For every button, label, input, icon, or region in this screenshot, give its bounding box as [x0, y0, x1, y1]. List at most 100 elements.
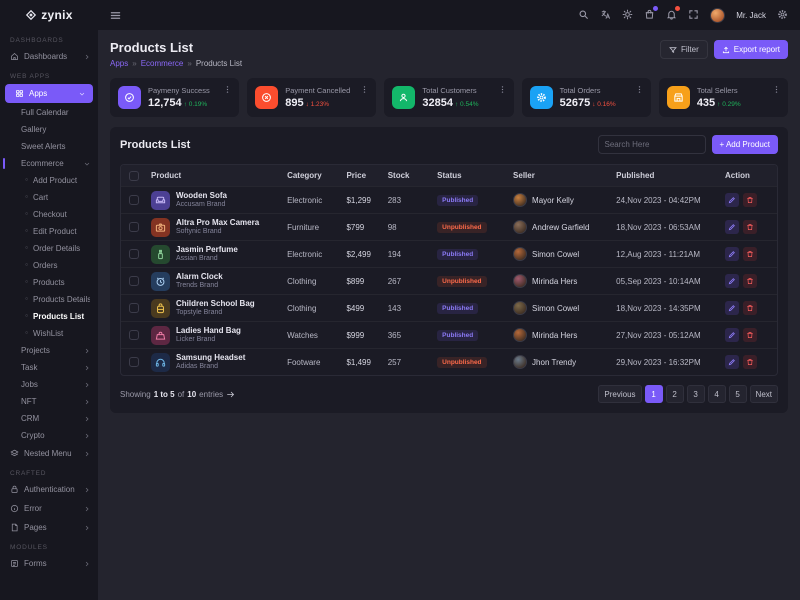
breadcrumb-separator: » [132, 59, 136, 68]
sidebar-item-error[interactable]: Error [0, 499, 98, 518]
edit-button[interactable] [725, 301, 739, 315]
edit-button[interactable] [725, 247, 739, 261]
file-icon [10, 523, 19, 532]
dots-vertical-icon[interactable] [360, 85, 369, 96]
pagination-page-1[interactable]: 1 [645, 385, 663, 403]
sidebar-item-pages[interactable]: Pages [0, 518, 98, 537]
products-panel: Products List + Add Product ProductCateg… [110, 127, 788, 413]
pagination-page-5[interactable]: 5 [729, 385, 747, 403]
chevron-down-icon [84, 161, 90, 167]
sun-icon[interactable] [622, 9, 633, 22]
table-row: Alarm ClockTrends BrandClothing$899267Un… [121, 267, 777, 294]
sidebar-item-apps[interactable]: Apps [5, 84, 93, 103]
product-category: Electronic [283, 250, 342, 259]
x-circle-icon [255, 86, 278, 109]
pagination-page-3[interactable]: 3 [687, 385, 705, 403]
sidebar-item-forms[interactable]: Forms [0, 554, 98, 573]
sidebar-item-gallery[interactable]: Gallery [0, 121, 98, 138]
sidebar-item-sweet-alerts[interactable]: Sweet Alerts [0, 138, 98, 155]
dots-vertical-icon[interactable] [635, 85, 644, 96]
delete-button[interactable] [743, 220, 757, 234]
dots-vertical-icon[interactable] [498, 85, 507, 96]
gear-icon[interactable] [777, 9, 788, 22]
sidebar-item-full-calendar[interactable]: Full Calendar [0, 104, 98, 121]
sidebar-item-label: Jobs [21, 380, 79, 389]
sidebar-item-crypto[interactable]: Crypto [0, 427, 98, 444]
search-input[interactable] [598, 135, 706, 154]
cart-icon[interactable] [644, 9, 655, 22]
sidebar-item-products[interactable]: ○Products [0, 274, 98, 291]
row-checkbox[interactable] [129, 249, 139, 259]
edit-button[interactable] [725, 355, 739, 369]
sidebar-item-products-details[interactable]: ○Products Details [0, 291, 98, 308]
sidebar-item-crm[interactable]: CRM [0, 410, 98, 427]
pagination-page-4[interactable]: 4 [708, 385, 726, 403]
bullet-icon: ○ [25, 195, 28, 200]
row-checkbox[interactable] [129, 357, 139, 367]
sidebar-item-order-details[interactable]: ○Order Details [0, 240, 98, 257]
sidebar-item-orders[interactable]: ○Orders [0, 257, 98, 274]
fullscreen-icon[interactable] [688, 9, 699, 22]
info-icon [10, 504, 19, 513]
pagination-page-2[interactable]: 2 [666, 385, 684, 403]
sidebar-item-wishlist[interactable]: ○WishList [0, 325, 98, 342]
sidebar-item-nft[interactable]: NFT [0, 393, 98, 410]
sidebar-item-add-product[interactable]: ○Add Product [0, 172, 98, 189]
breadcrumb-item-apps[interactable]: Apps [110, 59, 128, 68]
row-checkbox[interactable] [129, 222, 139, 232]
sidebar-item-cart[interactable]: ○Cart [0, 189, 98, 206]
sidebar-item-task[interactable]: Task [0, 359, 98, 376]
sidebar-item-jobs[interactable]: Jobs [0, 376, 98, 393]
edit-button[interactable] [725, 193, 739, 207]
dots-vertical-icon[interactable] [772, 85, 781, 96]
sidebar-item-dashboards[interactable]: Dashboards [0, 47, 98, 66]
table-row: Children School BagTopstyle BrandClothin… [121, 294, 777, 321]
sidebar-item-authentication[interactable]: Authentication [0, 480, 98, 499]
sidebar-item-ecommerce[interactable]: Ecommerce [0, 155, 98, 172]
row-checkbox[interactable] [129, 276, 139, 286]
sidebar-item-label: Projects [21, 346, 79, 355]
breadcrumb-item-ecommerce[interactable]: Ecommerce [141, 59, 184, 68]
bell-icon[interactable] [666, 9, 677, 22]
edit-button[interactable] [725, 328, 739, 342]
sidebar-item-projects[interactable]: Projects [0, 342, 98, 359]
pagination: Previous12345Next [598, 385, 778, 403]
product-category: Furniture [283, 223, 342, 232]
edit-button[interactable] [725, 274, 739, 288]
add-product-button[interactable]: + Add Product [712, 135, 778, 154]
filter-button[interactable]: Filter [660, 40, 708, 59]
delete-button[interactable] [743, 328, 757, 342]
delete-button[interactable] [743, 301, 757, 315]
brand-logo[interactable]: zynix [0, 0, 98, 30]
select-all-checkbox[interactable] [129, 171, 139, 181]
product-stock: 365 [384, 331, 433, 340]
delete-button[interactable] [743, 247, 757, 261]
sidebar-item-edit-product[interactable]: ○Edit Product [0, 223, 98, 240]
user-name[interactable]: Mr. Jack [736, 11, 766, 20]
delete-button[interactable] [743, 274, 757, 288]
product-category: Footware [283, 358, 342, 367]
row-checkbox[interactable] [129, 303, 139, 313]
export-report-button[interactable]: Export report [714, 40, 788, 59]
published-date: 27,Nov 2023 - 05:12AM [612, 331, 721, 340]
pagination-next[interactable]: Next [750, 385, 778, 403]
arrow-right-icon [226, 390, 235, 399]
sidebar-item-nested-menu[interactable]: Nested Menu [0, 444, 98, 463]
edit-button[interactable] [725, 220, 739, 234]
hamburger-menu-icon[interactable] [110, 10, 121, 21]
pagination-previous[interactable]: Previous [598, 385, 641, 403]
sidebar-item-products-list[interactable]: ○Products List [0, 308, 98, 325]
export-button-label: Export report [734, 45, 780, 54]
row-checkbox[interactable] [129, 195, 139, 205]
row-checkbox[interactable] [129, 330, 139, 340]
dots-vertical-icon[interactable] [223, 85, 232, 96]
language-icon[interactable] [600, 9, 611, 22]
sidebar-item-checkout[interactable]: ○Checkout [0, 206, 98, 223]
delete-button[interactable] [743, 193, 757, 207]
user-avatar[interactable] [710, 8, 725, 23]
status-badge: Published [437, 249, 478, 260]
delete-button[interactable] [743, 355, 757, 369]
product-brand: Licker Brand [176, 336, 241, 345]
user-icon [392, 86, 415, 109]
search-icon[interactable] [578, 9, 589, 22]
